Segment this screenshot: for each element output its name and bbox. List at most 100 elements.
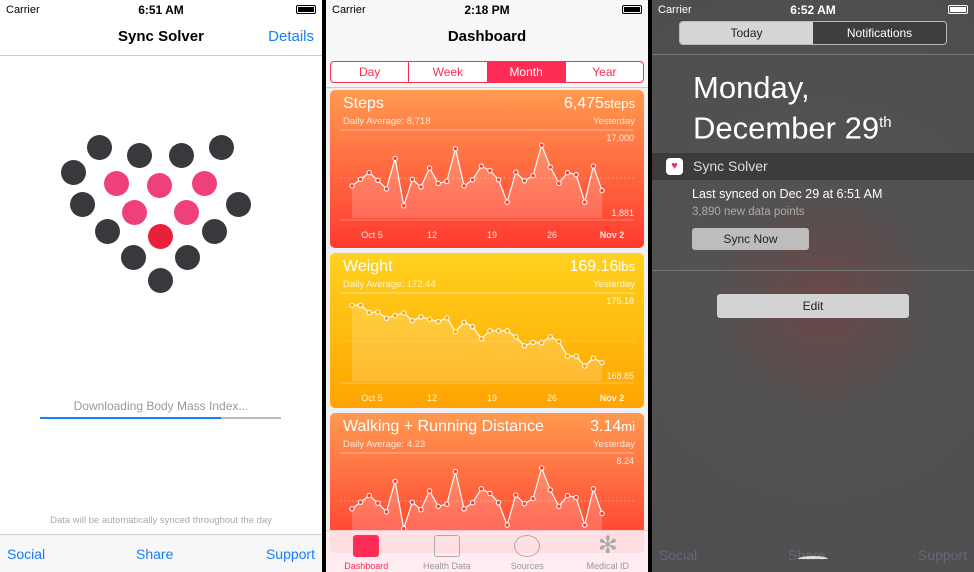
data-point: [357, 302, 364, 308]
data-point: [556, 338, 562, 345]
date-weekday: Monday,: [693, 70, 810, 105]
data-point: [521, 343, 528, 349]
grabber-handle[interactable]: [798, 556, 828, 562]
data-point: [392, 312, 398, 319]
data-point: [504, 199, 510, 205]
battery-icon: [296, 5, 316, 14]
data-point: [349, 183, 355, 189]
x-tick-label: 19: [487, 230, 497, 240]
battery-icon: [622, 5, 642, 14]
x-tick-label: Oct 5: [361, 393, 383, 403]
data-point: [469, 323, 476, 330]
area-fill: [352, 145, 602, 218]
x-tick-label: Nov 2: [600, 393, 625, 403]
status-bar: Carrier 6:52 AM: [652, 0, 974, 20]
data-point: [392, 478, 398, 484]
data-point: [366, 492, 372, 499]
support-button[interactable]: Support: [266, 546, 315, 562]
divider: [652, 54, 974, 55]
details-button[interactable]: Details: [268, 28, 314, 45]
data-point: [513, 169, 519, 175]
data-point: [401, 203, 407, 209]
chart-card-steps[interactable]: Steps Daily Average: 8,718 6,475steps Ye…: [330, 90, 644, 248]
edit-button[interactable]: Edit: [717, 294, 909, 318]
data-point: [418, 507, 424, 513]
tab-label: Medical ID: [586, 561, 629, 571]
data-point: [530, 495, 536, 502]
segment-day[interactable]: Day: [331, 62, 408, 82]
tab-today[interactable]: Today: [680, 22, 813, 44]
share-button[interactable]: Share: [136, 546, 173, 562]
data-point: [478, 336, 485, 342]
data-point: [504, 328, 510, 334]
date-day: December 29: [693, 110, 880, 146]
data-point: [435, 180, 441, 187]
data-point: [521, 178, 528, 184]
data-point: [357, 499, 364, 505]
data-point: [375, 177, 381, 183]
data-point: [538, 340, 545, 346]
data-point: [573, 494, 579, 501]
heart-download-icon: [514, 535, 541, 557]
heart-dot: [61, 160, 86, 185]
segment-year[interactable]: Year: [564, 62, 643, 82]
data-point: [418, 314, 424, 320]
data-point: [538, 142, 545, 148]
tab-health-data[interactable]: Health Data: [407, 531, 488, 572]
tab-label: Health Data: [422, 561, 471, 571]
widget-header: ♥ Sync Solver: [652, 153, 974, 180]
tab-dashboard[interactable]: Dashboard: [326, 531, 407, 572]
heart-dot: [121, 245, 146, 270]
data-point: [582, 363, 588, 369]
heart-dot: [148, 224, 173, 249]
progress-label: Downloading Body Mass Index...: [73, 399, 249, 413]
data-point: [530, 339, 536, 346]
data-point: [444, 501, 450, 507]
heart-dot: [174, 200, 199, 225]
data-point: [401, 310, 407, 316]
data-point: [357, 176, 364, 182]
blurred-social: Social: [659, 547, 698, 563]
data-point: [590, 163, 597, 169]
data-point: [366, 169, 372, 176]
x-tick-label: 26: [547, 393, 557, 403]
data-point: [573, 171, 579, 178]
y-max-label: 175.18: [606, 296, 634, 306]
heart-dot: [70, 192, 95, 217]
today-notifications-control: Today Notifications: [679, 21, 947, 45]
heart-dot: [95, 219, 120, 244]
tab-medical-id[interactable]: ✻ Medical ID: [568, 531, 649, 572]
tab-label: Sources: [510, 561, 544, 571]
data-point: [487, 328, 493, 334]
data-point: [383, 186, 390, 192]
tab-notifications[interactable]: Notifications: [813, 22, 946, 44]
data-point: [547, 334, 553, 340]
tab-bar: Dashboard Health Data Sources ✻ Medical I…: [326, 530, 648, 572]
data-points-text: 3,890 new data points: [692, 206, 805, 218]
data-point: [590, 486, 597, 492]
segment-month[interactable]: Month: [486, 62, 565, 82]
segment-week[interactable]: Week: [408, 62, 486, 82]
clock: 2:18 PM: [464, 3, 510, 17]
tab-label: Dashboard: [344, 561, 389, 571]
heart-dot: [104, 171, 129, 196]
status-bar: Carrier 6:51 AM: [0, 0, 322, 20]
data-point: [495, 499, 502, 506]
chart-card-weight[interactable]: Weight Daily Average: 172.44 169.16lbs Y…: [330, 253, 644, 408]
sync-now-button[interactable]: Sync Now: [692, 228, 809, 250]
x-tick-label: Nov 2: [600, 230, 625, 240]
social-button[interactable]: Social: [7, 546, 45, 562]
toolbar: Social Share Support: [0, 534, 322, 572]
data-point: [409, 499, 416, 505]
data-point: [435, 503, 441, 509]
status-bar: Carrier 2:18 PM: [326, 0, 648, 20]
app-icon: ♥: [666, 158, 683, 175]
notification-center: Social Share Support Carrier 6:52 AM Tod…: [652, 0, 974, 572]
data-point: [582, 199, 588, 205]
data-point: [547, 487, 553, 493]
data-point: [392, 155, 398, 162]
tab-sources[interactable]: Sources: [487, 531, 568, 572]
data-point: [349, 506, 355, 512]
data-point: [349, 302, 355, 308]
data-point: [409, 317, 416, 324]
